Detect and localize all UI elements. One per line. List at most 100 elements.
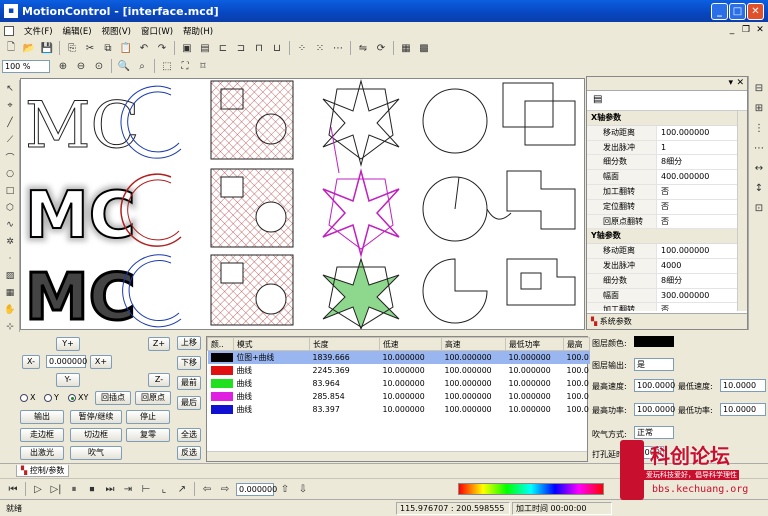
frame-move-icon[interactable]: ⇥ [120, 481, 136, 497]
min-speed-input[interactable]: 10.0000 [720, 379, 766, 392]
layer-col-header[interactable]: 模式 [233, 337, 310, 351]
corner-icon[interactable]: ⌞ [156, 481, 172, 497]
dist-v-icon[interactable]: ⋯ [751, 140, 767, 156]
align-h-icon[interactable]: ⊟ [751, 80, 767, 96]
array-tool-icon[interactable]: ▦ [2, 285, 18, 301]
paste-icon[interactable]: 📋 [118, 40, 134, 56]
zoom-select[interactable]: 100 % [2, 59, 50, 73]
align-bottom-icon[interactable]: ⊔ [269, 40, 285, 56]
zoom-fit-icon[interactable]: ⊙ [91, 58, 107, 74]
x-plus-button[interactable]: X+ [90, 355, 112, 369]
layer-col-header[interactable]: 颜.. [207, 337, 234, 351]
prop-value[interactable]: 100.000000 [657, 126, 737, 140]
pause-continue-button[interactable]: 暂停/继续 [70, 410, 122, 424]
node-break-icon[interactable]: ⁙ [312, 40, 328, 56]
zoom-select-icon[interactable]: ⬚ [159, 58, 175, 74]
zoom-out-icon[interactable]: ⊖ [73, 58, 89, 74]
arrow-left-icon[interactable]: ⇦ [199, 481, 215, 497]
prop-value[interactable]: 400.000000 [657, 170, 737, 184]
copy-icon[interactable]: ⧉ [100, 40, 116, 56]
max-speed-input[interactable]: 100.0000 [634, 379, 675, 392]
y-plus-button[interactable]: Y+ [56, 337, 80, 351]
layer-col-header[interactable]: 最低功率 [505, 337, 564, 351]
polygon-tool-icon[interactable]: ⬡ [2, 200, 18, 216]
polyline-tool-icon[interactable]: ⟋ [2, 132, 18, 148]
zoom-all-icon[interactable]: ⛶ [177, 58, 193, 74]
cut-icon[interactable]: ✂ [82, 40, 98, 56]
design-canvas[interactable]: MC MC MC MC [20, 78, 585, 330]
layer-color-cell[interactable] [208, 390, 234, 403]
move-down-button[interactable]: 下移 [177, 356, 201, 370]
select-all-button[interactable]: 全选 [177, 428, 201, 442]
prop-value[interactable]: 4000 [657, 259, 737, 273]
preview-icon[interactable]: ▦ [398, 40, 414, 56]
pause-icon[interactable]: ⏸ [66, 481, 82, 497]
blow-button[interactable]: 吹气 [70, 446, 122, 460]
node-edit-tool-icon[interactable]: ⌖ [2, 98, 18, 114]
prop-row[interactable]: 幅面 300.000000 [587, 288, 737, 304]
table-row[interactable]: 曲线 83.964 10.000000 100.000000 10.000000 100.… [208, 377, 590, 390]
first-icon[interactable]: ⏮ [5, 481, 21, 497]
cut-move-icon[interactable]: ⊢ [138, 481, 154, 497]
prop-group-0[interactable]: X轴参数 [587, 111, 737, 126]
bring-front-button[interactable]: 最前 [177, 376, 201, 390]
mdi-close-icon[interactable]: ✕ [754, 24, 766, 36]
layer-color-swatch[interactable] [634, 336, 674, 347]
import-icon[interactable]: ⎘ [64, 40, 80, 56]
minimize-button[interactable]: _ [711, 3, 728, 20]
panel-dropdown-icon[interactable]: ▾ [728, 78, 733, 88]
move-up-button[interactable]: 上移 [177, 336, 201, 350]
prop-value[interactable]: 300.000000 [657, 289, 737, 303]
menu-view[interactable]: 视图(V) [102, 25, 131, 37]
layer-table-scrollbar[interactable] [207, 451, 587, 461]
max-power-input[interactable]: 100.0000 [634, 403, 675, 416]
arrow-up-icon[interactable]: ⇧ [277, 481, 293, 497]
blow-mode-select[interactable]: 正常 [634, 426, 674, 439]
path-icon[interactable]: ↗ [174, 481, 190, 497]
menu-help[interactable]: 帮助(H) [183, 25, 213, 37]
layer-col-header[interactable]: 高速 [441, 337, 506, 351]
zoom-window-icon[interactable]: 🔍 [116, 58, 132, 74]
prop-row[interactable]: 发出脉冲 1 [587, 140, 737, 156]
select-tool-icon[interactable]: ↖ [2, 81, 18, 97]
dist-h-icon[interactable]: ⋮ [751, 120, 767, 136]
layer-color-cell[interactable] [208, 377, 234, 390]
same-height-icon[interactable]: ↕ [751, 180, 767, 196]
return-point-button[interactable]: 回插点 [95, 391, 131, 405]
prop-value[interactable]: 否 [657, 185, 737, 199]
radio-xy[interactable]: XY [68, 393, 88, 402]
rotate-icon[interactable]: ⟳ [373, 40, 389, 56]
send-back-button[interactable]: 最后 [177, 396, 201, 410]
open-icon[interactable]: 📂 [21, 40, 37, 56]
prop-value[interactable]: 8细分 [657, 155, 737, 169]
circle-tool-icon[interactable]: ○ [2, 166, 18, 182]
layer-output-select[interactable]: 是 [634, 358, 674, 371]
return-origin-button[interactable]: 回原点 [135, 391, 171, 405]
prop-value[interactable]: 8细分 [657, 274, 737, 288]
mdi-restore-icon[interactable]: ❐ [740, 24, 752, 36]
point-tool-icon[interactable]: · [2, 251, 18, 267]
step-input[interactable]: 0.000000 [46, 355, 87, 368]
align-top-icon[interactable]: ⊓ [251, 40, 267, 56]
menu-edit[interactable]: 编辑(E) [63, 25, 92, 37]
color-palette[interactable] [458, 483, 604, 495]
play-icon[interactable]: ▷ [30, 481, 46, 497]
table-row[interactable]: 曲线 2245.369 10.000000 100.000000 10.000000 10… [208, 364, 590, 377]
prop-group-1[interactable]: Y轴参数 [587, 229, 737, 245]
ungroup-icon[interactable]: ▤ [197, 40, 213, 56]
panel-close-icon[interactable]: ✕ [736, 78, 744, 88]
table-row[interactable]: 曲线 285.854 10.000000 100.000000 10.000000 100… [208, 390, 590, 403]
maximize-button[interactable]: □ [729, 3, 746, 20]
property-sort-icon[interactable]: ▤ [587, 91, 747, 111]
prop-row[interactable]: 定位翻转否 [587, 199, 737, 215]
output-button[interactable]: 输出 [20, 410, 64, 424]
layer-col-header[interactable]: 最高 [563, 337, 590, 351]
new-icon[interactable]: 🗋 [3, 40, 19, 56]
z-minus-button[interactable]: Z- [148, 373, 170, 387]
layer-color-cell[interactable] [208, 403, 234, 416]
prop-row[interactable]: 加工翻转否 [587, 184, 737, 200]
move-value-input[interactable]: 0.000000 [236, 482, 277, 496]
table-row[interactable]: 曲线 83.397 10.000000 100.000000 10.000000 100.… [208, 403, 590, 416]
menu-window[interactable]: 窗口(W) [141, 25, 173, 37]
undo-icon[interactable]: ↶ [136, 40, 152, 56]
